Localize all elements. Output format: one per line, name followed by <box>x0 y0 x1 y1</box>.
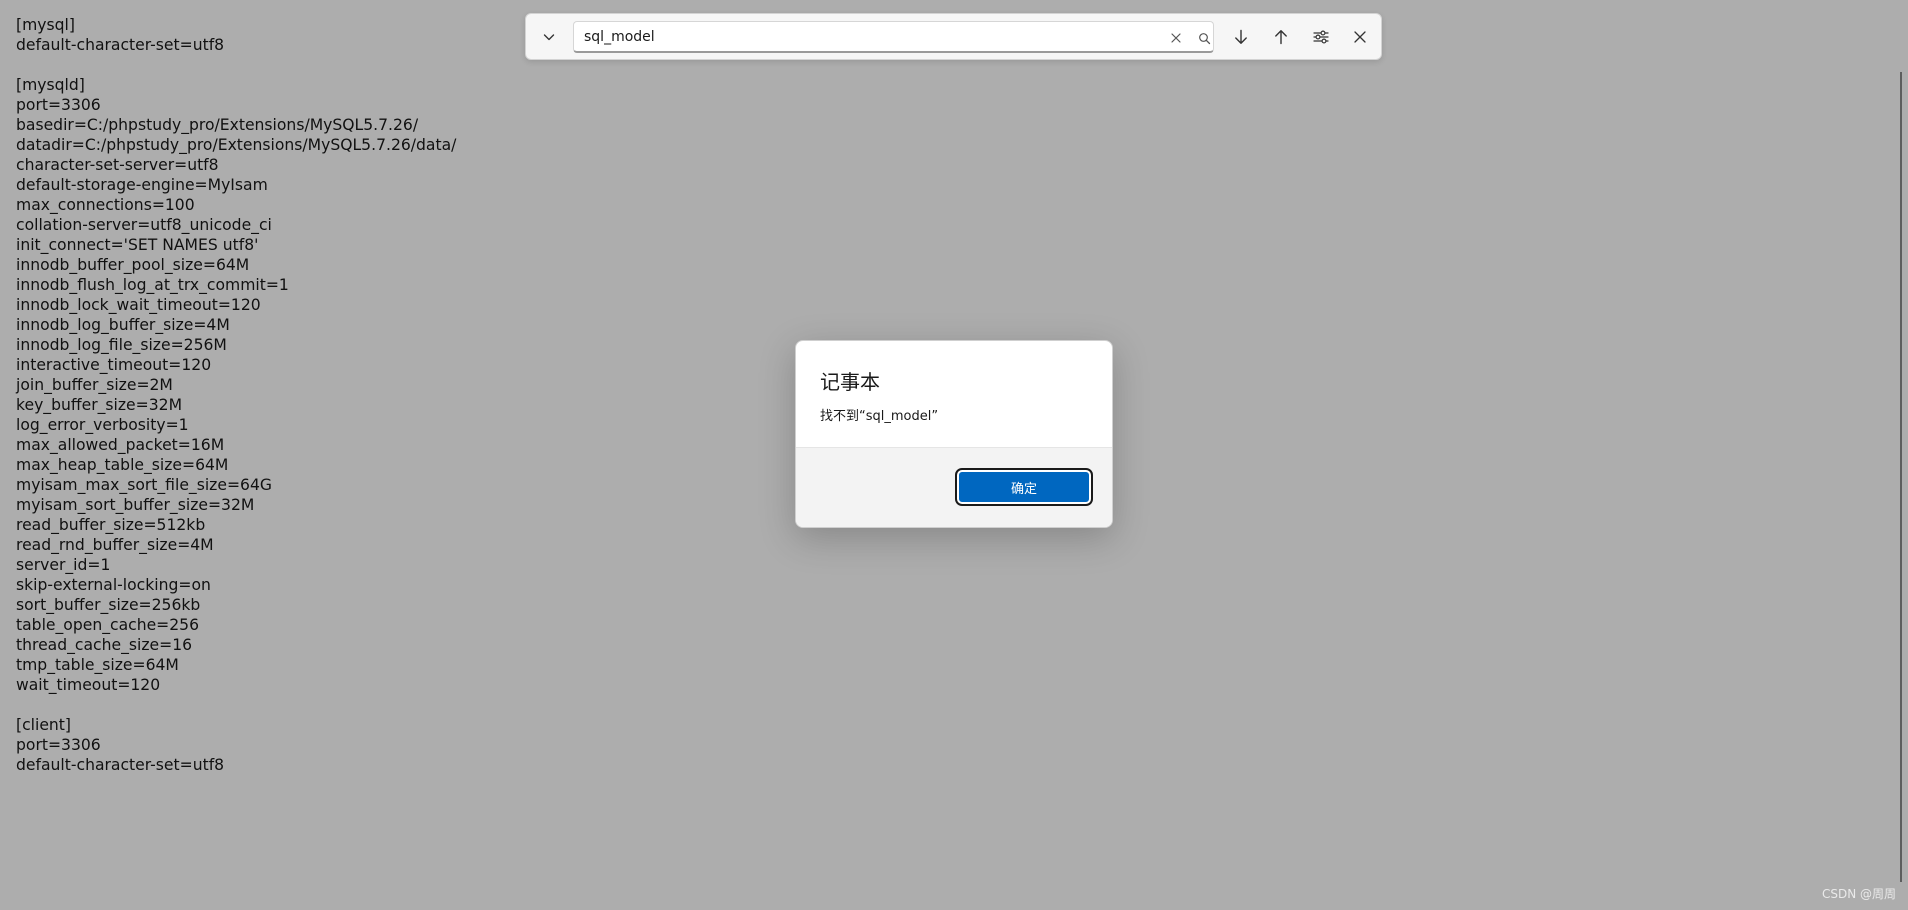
arrow-down-icon <box>1235 29 1247 44</box>
search-button[interactable] <box>1194 28 1214 48</box>
message-dialog: 记事本 找不到“sql_model” 确定 <box>795 340 1113 528</box>
watermark: CSDN @周周 <box>1821 887 1896 901</box>
ok-button[interactable]: 确定 <box>955 468 1093 506</box>
close-find-button[interactable] <box>1344 22 1376 52</box>
dialog-footer: 确定 <box>796 447 1112 527</box>
find-expand-button[interactable] <box>533 22 565 52</box>
find-input[interactable] <box>584 27 1144 47</box>
chevron-down-icon <box>543 34 555 41</box>
sliders-icon <box>1313 30 1329 44</box>
find-options-button[interactable] <box>1305 22 1337 52</box>
find-input-container <box>573 21 1214 53</box>
search-icon <box>1198 32 1210 44</box>
clear-search-button[interactable] <box>1166 28 1186 48</box>
close-icon <box>1171 33 1181 43</box>
arrow-up-icon <box>1275 30 1287 45</box>
dialog-message: 找不到“sql_model” <box>820 409 939 424</box>
close-icon <box>1354 31 1366 43</box>
find-next-button[interactable] <box>1225 22 1257 52</box>
find-previous-button[interactable] <box>1265 22 1297 52</box>
find-bar <box>525 13 1382 60</box>
dialog-title: 记事本 <box>820 370 880 394</box>
